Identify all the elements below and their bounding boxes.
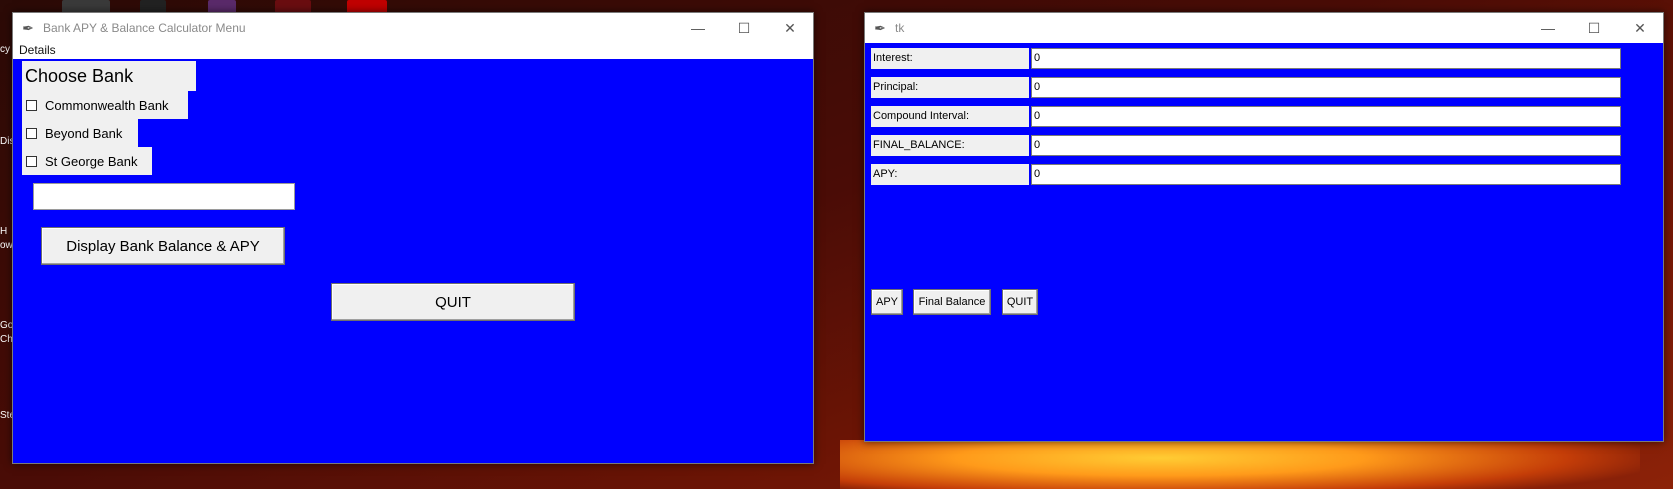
bank-menu-content: Choose Bank Options Commonwealth Bank Be…: [13, 59, 813, 433]
apy-input[interactable]: 0: [1031, 164, 1621, 185]
bank-entry-field[interactable]: [33, 183, 295, 210]
field-final-balance: FINAL_BALANCE: 0: [871, 135, 1673, 156]
interest-label: Interest:: [871, 48, 1029, 69]
apy-label: APY:: [871, 164, 1029, 185]
checkbox-square-icon[interactable]: [26, 155, 37, 167]
compound-interval-label: Compound Interval:: [871, 106, 1029, 127]
menu-details[interactable]: Details: [19, 43, 56, 57]
tk-content: Interest: 0 Principal: 0 Compound Interv…: [865, 43, 1663, 441]
principal-input[interactable]: 0: [1031, 77, 1621, 98]
display-balance-apy-button[interactable]: Display Bank Balance & APY: [41, 227, 285, 265]
final-balance-label: FINAL_BALANCE:: [871, 135, 1029, 156]
tk-feather-icon: ✒: [874, 19, 886, 36]
choose-bank-heading: Choose Bank Options: [22, 61, 196, 116]
desktop-wallpaper-flame: [840, 440, 1640, 489]
field-compound-interval: Compound Interval: 0: [871, 106, 1673, 127]
checkbox-square-icon[interactable]: [26, 127, 37, 139]
quit-button[interactable]: QUIT: [1002, 289, 1038, 315]
tk-window: ✒ tk — ☐ ✕ Interest: 0 Principal: 0 Comp…: [864, 12, 1664, 442]
compound-interval-input[interactable]: 0: [1031, 106, 1621, 127]
minimize-icon[interactable]: —: [675, 13, 721, 43]
checkbox-beyond-bank[interactable]: Beyond Bank: [22, 119, 138, 147]
quit-button[interactable]: QUIT: [331, 283, 575, 321]
menu-bar: Details: [13, 43, 813, 59]
field-apy: APY: 0: [871, 164, 1673, 185]
principal-label: Principal:: [871, 77, 1029, 98]
apy-button[interactable]: APY: [871, 289, 903, 315]
checkbox-st-george-bank[interactable]: St George Bank: [22, 147, 152, 175]
minimize-icon[interactable]: —: [1525, 13, 1571, 43]
final-balance-input[interactable]: 0: [1031, 135, 1621, 156]
field-principal: Principal: 0: [871, 77, 1673, 98]
tk-titlebar[interactable]: ✒ tk — ☐ ✕: [865, 13, 1663, 43]
final-balance-button[interactable]: Final Balance: [913, 289, 991, 315]
close-icon[interactable]: ✕: [767, 13, 813, 43]
bank-menu-titlebar[interactable]: ✒ Bank APY & Balance Calculator Menu — ☐…: [13, 13, 813, 43]
window-title: tk: [895, 21, 905, 35]
bank-menu-window: ✒ Bank APY & Balance Calculator Menu — ☐…: [12, 12, 814, 464]
checkbox-commonwealth-bank[interactable]: Commonwealth Bank: [22, 91, 188, 119]
maximize-icon[interactable]: ☐: [1571, 13, 1617, 43]
checkbox-label: St George Bank: [45, 153, 138, 169]
checkbox-label: Commonwealth Bank: [45, 97, 169, 113]
tk-feather-icon: ✒: [22, 19, 34, 36]
window-title: Bank APY & Balance Calculator Menu: [43, 21, 246, 35]
field-interest: Interest: 0: [871, 48, 1673, 69]
interest-input[interactable]: 0: [1031, 48, 1621, 69]
maximize-icon[interactable]: ☐: [721, 13, 767, 43]
checkbox-label: Beyond Bank: [45, 125, 123, 141]
close-icon[interactable]: ✕: [1617, 13, 1663, 43]
checkbox-square-icon[interactable]: [26, 99, 37, 111]
